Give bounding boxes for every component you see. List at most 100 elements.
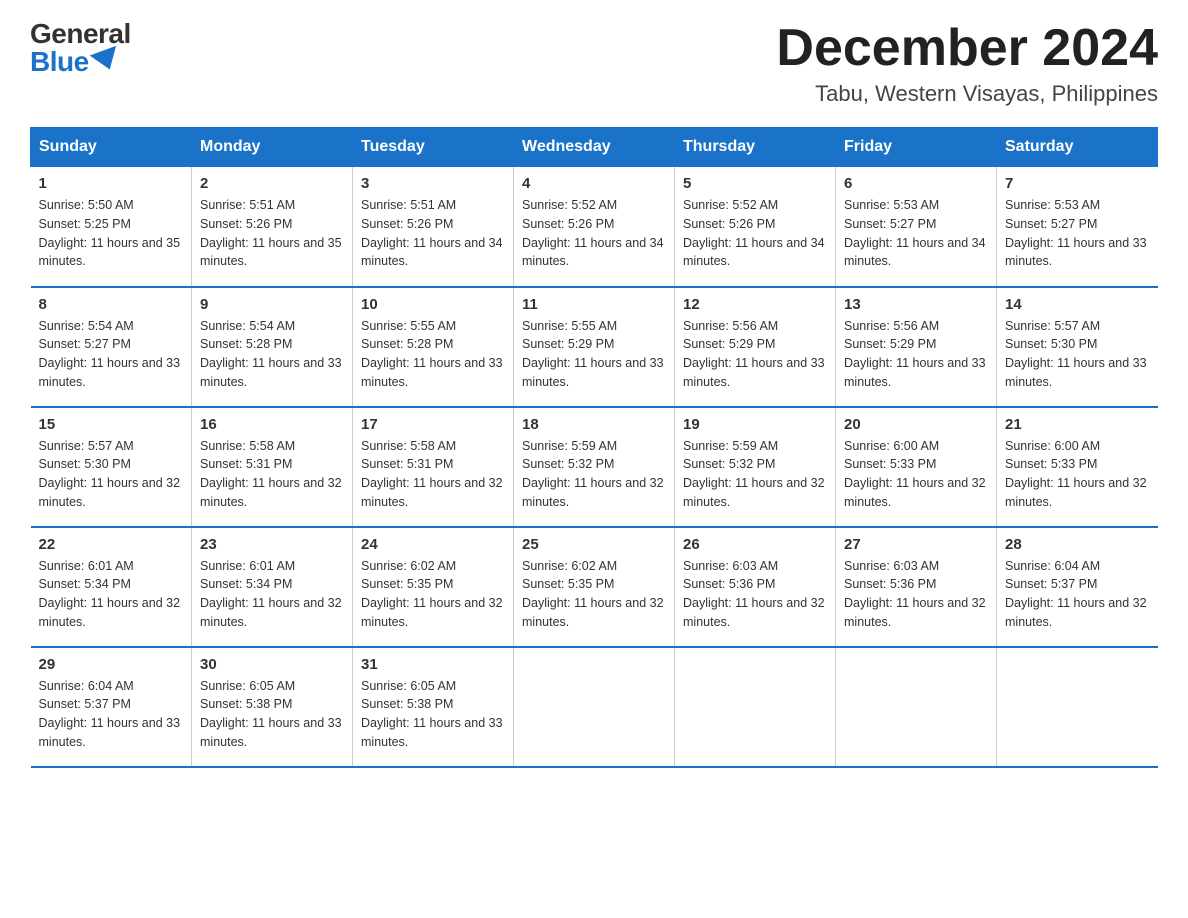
day-info: Sunrise: 5:57 AMSunset: 5:30 PMDaylight:… [39, 437, 184, 512]
calendar-cell: 21 Sunrise: 6:00 AMSunset: 5:33 PMDaylig… [997, 407, 1158, 527]
calendar-cell: 27 Sunrise: 6:03 AMSunset: 5:36 PMDaylig… [836, 527, 997, 647]
day-info: Sunrise: 5:51 AMSunset: 5:26 PMDaylight:… [361, 196, 505, 271]
header-sunday: Sunday [31, 128, 192, 167]
title-block: December 2024 Tabu, Western Visayas, Phi… [776, 20, 1158, 107]
location-title: Tabu, Western Visayas, Philippines [776, 81, 1158, 107]
calendar-cell: 6 Sunrise: 5:53 AMSunset: 5:27 PMDayligh… [836, 167, 997, 287]
day-info: Sunrise: 5:56 AMSunset: 5:29 PMDaylight:… [683, 317, 827, 392]
calendar-cell: 12 Sunrise: 5:56 AMSunset: 5:29 PMDaylig… [675, 287, 836, 407]
day-info: Sunrise: 5:55 AMSunset: 5:29 PMDaylight:… [522, 317, 666, 392]
day-number: 6 [844, 175, 988, 192]
header-wednesday: Wednesday [514, 128, 675, 167]
day-info: Sunrise: 5:52 AMSunset: 5:26 PMDaylight:… [522, 196, 666, 271]
day-number: 4 [522, 175, 666, 192]
day-info: Sunrise: 5:57 AMSunset: 5:30 PMDaylight:… [1005, 317, 1150, 392]
day-number: 21 [1005, 416, 1150, 433]
header-monday: Monday [192, 128, 353, 167]
day-number: 5 [683, 175, 827, 192]
day-number: 20 [844, 416, 988, 433]
calendar-cell: 1 Sunrise: 5:50 AMSunset: 5:25 PMDayligh… [31, 167, 192, 287]
header-tuesday: Tuesday [353, 128, 514, 167]
day-number: 22 [39, 536, 184, 553]
calendar-cell: 8 Sunrise: 5:54 AMSunset: 5:27 PMDayligh… [31, 287, 192, 407]
day-number: 10 [361, 296, 505, 313]
header-saturday: Saturday [997, 128, 1158, 167]
calendar-cell: 29 Sunrise: 6:04 AMSunset: 5:37 PMDaylig… [31, 647, 192, 767]
calendar-cell: 11 Sunrise: 5:55 AMSunset: 5:29 PMDaylig… [514, 287, 675, 407]
day-info: Sunrise: 5:55 AMSunset: 5:28 PMDaylight:… [361, 317, 505, 392]
day-info: Sunrise: 5:54 AMSunset: 5:27 PMDaylight:… [39, 317, 184, 392]
calendar-cell: 4 Sunrise: 5:52 AMSunset: 5:26 PMDayligh… [514, 167, 675, 287]
calendar-cell: 22 Sunrise: 6:01 AMSunset: 5:34 PMDaylig… [31, 527, 192, 647]
page-header: General Blue December 2024 Tabu, Western… [30, 20, 1158, 107]
day-info: Sunrise: 5:58 AMSunset: 5:31 PMDaylight:… [200, 437, 344, 512]
day-info: Sunrise: 6:05 AMSunset: 5:38 PMDaylight:… [361, 677, 505, 752]
calendar-week-2: 8 Sunrise: 5:54 AMSunset: 5:27 PMDayligh… [31, 287, 1158, 407]
day-info: Sunrise: 5:59 AMSunset: 5:32 PMDaylight:… [683, 437, 827, 512]
day-number: 30 [200, 656, 344, 673]
calendar-cell: 30 Sunrise: 6:05 AMSunset: 5:38 PMDaylig… [192, 647, 353, 767]
day-info: Sunrise: 5:50 AMSunset: 5:25 PMDaylight:… [39, 196, 184, 271]
day-info: Sunrise: 6:01 AMSunset: 5:34 PMDaylight:… [200, 557, 344, 632]
calendar-week-5: 29 Sunrise: 6:04 AMSunset: 5:37 PMDaylig… [31, 647, 1158, 767]
calendar-cell: 25 Sunrise: 6:02 AMSunset: 5:35 PMDaylig… [514, 527, 675, 647]
calendar-cell: 16 Sunrise: 5:58 AMSunset: 5:31 PMDaylig… [192, 407, 353, 527]
day-number: 31 [361, 656, 505, 673]
day-number: 24 [361, 536, 505, 553]
day-info: Sunrise: 5:54 AMSunset: 5:28 PMDaylight:… [200, 317, 344, 392]
calendar-cell: 20 Sunrise: 6:00 AMSunset: 5:33 PMDaylig… [836, 407, 997, 527]
calendar-cell: 24 Sunrise: 6:02 AMSunset: 5:35 PMDaylig… [353, 527, 514, 647]
day-info: Sunrise: 6:02 AMSunset: 5:35 PMDaylight:… [522, 557, 666, 632]
day-info: Sunrise: 6:05 AMSunset: 5:38 PMDaylight:… [200, 677, 344, 752]
day-number: 1 [39, 175, 184, 192]
calendar-cell [836, 647, 997, 767]
day-info: Sunrise: 5:53 AMSunset: 5:27 PMDaylight:… [844, 196, 988, 271]
header-friday: Friday [836, 128, 997, 167]
month-title: December 2024 [776, 20, 1158, 77]
calendar-cell: 3 Sunrise: 5:51 AMSunset: 5:26 PMDayligh… [353, 167, 514, 287]
day-info: Sunrise: 5:59 AMSunset: 5:32 PMDaylight:… [522, 437, 666, 512]
logo-general-text: General [30, 20, 131, 48]
day-number: 2 [200, 175, 344, 192]
day-number: 23 [200, 536, 344, 553]
calendar-cell: 28 Sunrise: 6:04 AMSunset: 5:37 PMDaylig… [997, 527, 1158, 647]
calendar-cell: 19 Sunrise: 5:59 AMSunset: 5:32 PMDaylig… [675, 407, 836, 527]
calendar-week-1: 1 Sunrise: 5:50 AMSunset: 5:25 PMDayligh… [31, 167, 1158, 287]
day-number: 17 [361, 416, 505, 433]
calendar-cell: 13 Sunrise: 5:56 AMSunset: 5:29 PMDaylig… [836, 287, 997, 407]
calendar-cell: 17 Sunrise: 5:58 AMSunset: 5:31 PMDaylig… [353, 407, 514, 527]
calendar-cell [997, 647, 1158, 767]
day-info: Sunrise: 5:58 AMSunset: 5:31 PMDaylight:… [361, 437, 505, 512]
day-info: Sunrise: 6:02 AMSunset: 5:35 PMDaylight:… [361, 557, 505, 632]
header-thursday: Thursday [675, 128, 836, 167]
logo-blue-text: Blue [30, 48, 121, 76]
calendar-cell: 2 Sunrise: 5:51 AMSunset: 5:26 PMDayligh… [192, 167, 353, 287]
calendar-header: Sunday Monday Tuesday Wednesday Thursday… [31, 128, 1158, 167]
day-info: Sunrise: 6:00 AMSunset: 5:33 PMDaylight:… [1005, 437, 1150, 512]
calendar-cell: 26 Sunrise: 6:03 AMSunset: 5:36 PMDaylig… [675, 527, 836, 647]
logo-triangle-icon [89, 46, 122, 74]
calendar-cell: 31 Sunrise: 6:05 AMSunset: 5:38 PMDaylig… [353, 647, 514, 767]
calendar-cell: 18 Sunrise: 5:59 AMSunset: 5:32 PMDaylig… [514, 407, 675, 527]
day-number: 25 [522, 536, 666, 553]
day-info: Sunrise: 6:03 AMSunset: 5:36 PMDaylight:… [844, 557, 988, 632]
day-number: 18 [522, 416, 666, 433]
day-number: 15 [39, 416, 184, 433]
day-number: 12 [683, 296, 827, 313]
day-info: Sunrise: 6:04 AMSunset: 5:37 PMDaylight:… [1005, 557, 1150, 632]
calendar-cell: 15 Sunrise: 5:57 AMSunset: 5:30 PMDaylig… [31, 407, 192, 527]
calendar-cell: 10 Sunrise: 5:55 AMSunset: 5:28 PMDaylig… [353, 287, 514, 407]
calendar-cell: 9 Sunrise: 5:54 AMSunset: 5:28 PMDayligh… [192, 287, 353, 407]
calendar-cell: 7 Sunrise: 5:53 AMSunset: 5:27 PMDayligh… [997, 167, 1158, 287]
day-number: 13 [844, 296, 988, 313]
calendar-cell: 23 Sunrise: 6:01 AMSunset: 5:34 PMDaylig… [192, 527, 353, 647]
logo: General Blue [30, 20, 131, 76]
header-row: Sunday Monday Tuesday Wednesday Thursday… [31, 128, 1158, 167]
calendar-cell: 5 Sunrise: 5:52 AMSunset: 5:26 PMDayligh… [675, 167, 836, 287]
day-number: 8 [39, 296, 184, 313]
calendar-body: 1 Sunrise: 5:50 AMSunset: 5:25 PMDayligh… [31, 167, 1158, 767]
day-number: 3 [361, 175, 505, 192]
day-info: Sunrise: 5:51 AMSunset: 5:26 PMDaylight:… [200, 196, 344, 271]
calendar-cell [675, 647, 836, 767]
day-number: 11 [522, 296, 666, 313]
